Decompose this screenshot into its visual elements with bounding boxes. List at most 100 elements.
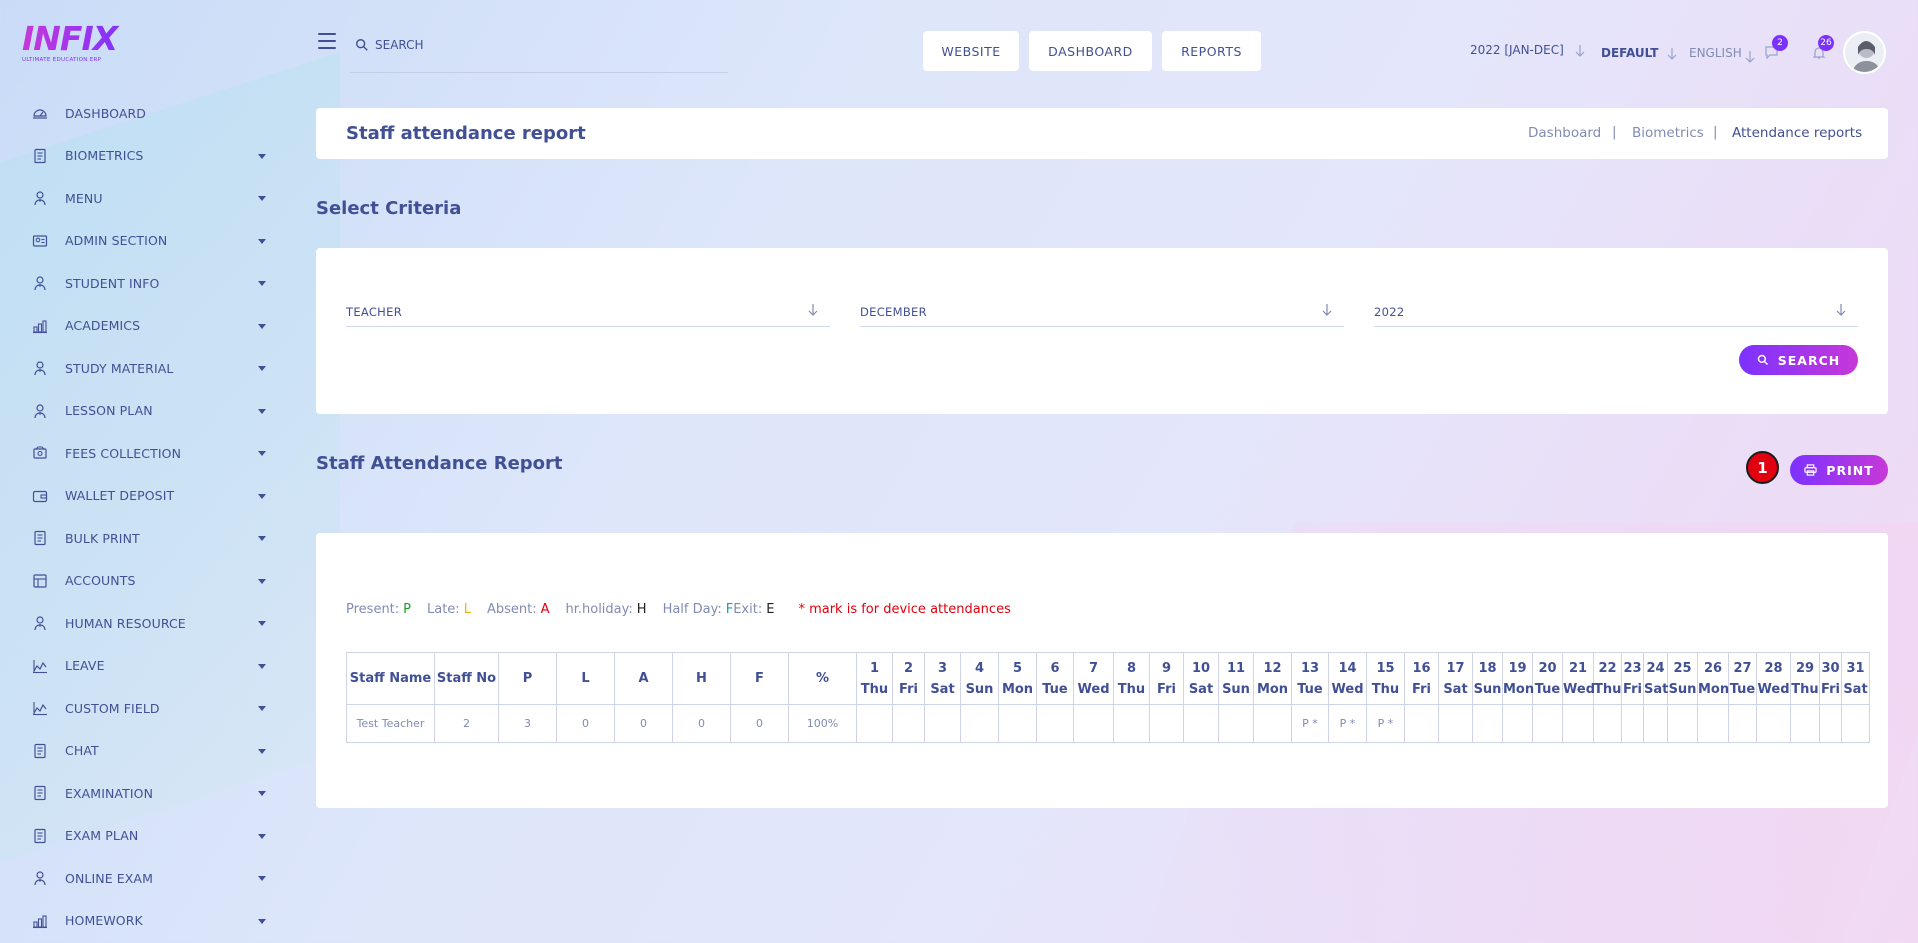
leave-icon — [32, 700, 48, 716]
sidebar-item-lesson-plan[interactable]: LESSON PLAN — [0, 390, 290, 433]
day-cell — [1404, 704, 1439, 743]
caret-down-icon — [258, 578, 266, 584]
sidebar-item-leave[interactable]: LEAVE — [0, 645, 290, 688]
legend-late-label: Late: — [427, 602, 460, 617]
sidebar-item-exam-plan[interactable]: EXAM PLAN — [0, 815, 290, 858]
day-weekday: Wed — [1077, 681, 1110, 697]
document-icon — [32, 743, 48, 759]
cell-h: 0 — [672, 704, 731, 743]
logo-text: INFIX — [22, 22, 127, 56]
menu-toggle-icon[interactable] — [318, 33, 336, 49]
sidebar-item-label: LESSON PLAN — [65, 403, 153, 419]
cell-p: 3 — [498, 704, 557, 743]
search-button[interactable]: SEARCH — [1739, 345, 1858, 375]
day-number: 2 — [903, 660, 914, 676]
sidebar-item-menu[interactable]: MENU — [0, 177, 290, 220]
style-select[interactable]: DEFAULT — [1601, 46, 1659, 60]
legend-holiday-label: hr.holiday: — [565, 602, 633, 617]
dashboard-button[interactable]: DASHBOARD — [1029, 31, 1152, 71]
day-number: 1 — [869, 660, 880, 676]
day-number: 28 — [1764, 660, 1783, 676]
caret-down-icon — [258, 196, 266, 201]
caret-down-icon — [258, 238, 266, 244]
sidebar-item-academics[interactable]: ACADEMICS — [0, 305, 290, 348]
website-button[interactable]: WEBSITE — [923, 31, 1019, 71]
sidebar-item-online-exam[interactable]: ONLINE EXAM — [0, 857, 290, 900]
day-column-header: 8 Thu — [1113, 652, 1150, 705]
attendance-legend: Present: P Late: L Absent: A hr.holiday:… — [346, 602, 1015, 617]
day-cell: P * — [1328, 704, 1367, 743]
day-cell — [1643, 704, 1668, 743]
day-weekday: Sun — [1668, 681, 1697, 697]
day-weekday: Sat — [1843, 681, 1868, 697]
admin-icon — [32, 233, 48, 249]
day-weekday: Mon — [1698, 681, 1730, 697]
sidebar-item-dashboard[interactable]: DASHBOARD — [0, 92, 290, 135]
sidebar-item-custom-field[interactable]: CUSTOM FIELD — [0, 687, 290, 730]
column-header: L — [556, 652, 615, 705]
day-weekday: Thu — [1594, 681, 1622, 697]
month-select[interactable]: DECEMBER — [860, 301, 1344, 327]
chat-badge: 2 — [1772, 35, 1788, 51]
sidebar-item-fees-collection[interactable]: FEES COLLECTION — [0, 432, 290, 475]
day-weekday: Sat — [930, 681, 955, 697]
sidebar-item-wallet-deposit[interactable]: WALLET DEPOSIT — [0, 475, 290, 518]
role-select[interactable]: TEACHER — [346, 301, 830, 327]
day-weekday: Sat — [1644, 681, 1669, 697]
day-column-header: 15 Thu — [1366, 652, 1405, 705]
language-select[interactable]: ENGLISH — [1689, 46, 1742, 60]
day-number: 6 — [1050, 660, 1060, 676]
sidebar-item-accounts[interactable]: ACCOUNTS — [0, 560, 290, 603]
caret-down-icon — [258, 153, 266, 159]
day-column-header: 29 Thu — [1790, 652, 1820, 705]
user-icon — [32, 360, 48, 376]
sidebar-item-bulk-print[interactable]: BULK PRINT — [0, 517, 290, 560]
sidebar-item-examination[interactable]: EXAMINATION — [0, 772, 290, 815]
avatar-image — [1845, 33, 1884, 72]
day-column-header: 23 Fri — [1621, 652, 1644, 705]
sidebar-nav: DASHBOARD BIOMETRICS MENU ADMIN SECTION STUD… — [0, 92, 290, 942]
cell-f: 0 — [730, 704, 789, 743]
reports-button[interactable]: REPORTS — [1162, 31, 1261, 71]
sidebar-item-label: ACCOUNTS — [65, 573, 136, 589]
month-select-value: DECEMBER — [860, 305, 927, 319]
fees-icon — [32, 445, 48, 461]
session-select[interactable]: 2022 [JAN-DEC] — [1470, 43, 1564, 57]
day-column-header: 7 Wed — [1073, 652, 1114, 705]
day-number: 21 — [1568, 660, 1588, 676]
sidebar-item-label: MENU — [65, 190, 103, 206]
select-criteria-title: Select Criteria — [316, 198, 462, 219]
sidebar-item-human-resource[interactable]: HUMAN RESOURCE — [0, 602, 290, 645]
column-header: A — [614, 652, 673, 705]
day-weekday: Mon — [1001, 681, 1034, 697]
sidebar-item-homework[interactable]: HOMEWORK — [0, 900, 290, 943]
year-select[interactable]: 2022 — [1374, 301, 1858, 327]
sidebar-item-label: BULK PRINT — [65, 530, 140, 546]
print-button[interactable]: PRINT — [1790, 455, 1888, 485]
academics-icon — [32, 318, 48, 334]
day-column-header: 6 Tue — [1036, 652, 1074, 705]
sidebar-item-chat[interactable]: CHAT — [0, 730, 290, 773]
legend-holiday-code: H — [636, 602, 647, 617]
day-weekday: Sat — [1443, 681, 1468, 697]
avatar[interactable] — [1843, 31, 1886, 74]
sidebar-item-study-material[interactable]: STUDY MATERIAL — [0, 347, 290, 390]
sidebar-item-label: LEAVE — [65, 658, 105, 674]
day-number: 24 — [1646, 660, 1665, 676]
day-number: 16 — [1412, 660, 1431, 676]
caret-down-icon — [258, 706, 266, 711]
breadcrumb-attendance-reports: Attendance reports — [1732, 125, 1863, 141]
day-cell — [1218, 704, 1254, 743]
day-weekday: Fri — [899, 681, 918, 697]
sidebar-item-admin-section[interactable]: ADMIN SECTION — [0, 220, 290, 263]
breadcrumb-biometrics[interactable]: Biometrics — [1632, 125, 1704, 141]
breadcrumb-separator: | — [1713, 124, 1718, 140]
search-input[interactable] — [375, 38, 675, 52]
sidebar-item-biometrics[interactable]: BIOMETRICS — [0, 135, 290, 178]
logo[interactable]: INFIX ULTIMATE EDUCATION ERP — [22, 22, 127, 72]
day-cell — [960, 704, 999, 743]
arrow-down-icon — [1575, 45, 1585, 57]
breadcrumb-dashboard[interactable]: Dashboard — [1528, 125, 1601, 141]
sidebar-item-student-info[interactable]: STUDENT INFO — [0, 262, 290, 305]
day-number: 5 — [1012, 660, 1023, 676]
